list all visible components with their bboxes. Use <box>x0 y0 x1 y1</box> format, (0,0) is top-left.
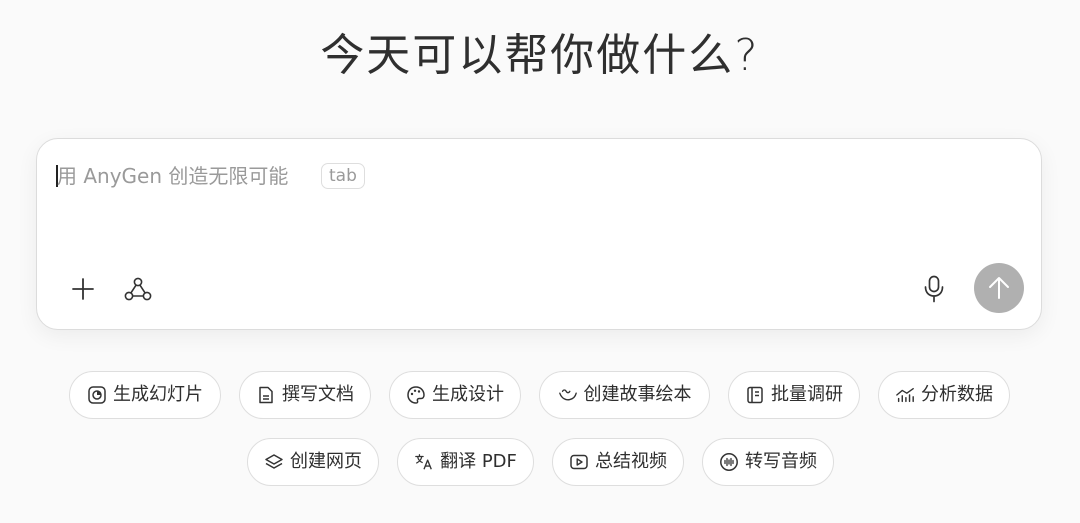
chip-label: 生成幻灯片 <box>113 384 203 405</box>
chip-label: 转写音频 <box>745 451 817 472</box>
slides-icon <box>87 385 107 405</box>
play-icon <box>569 452 589 472</box>
translate-icon <box>414 452 434 472</box>
chip-summarize-video[interactable]: 总结视频 <box>552 438 684 486</box>
chip-transcribe-audio[interactable]: 转写音频 <box>702 438 834 486</box>
research-icon <box>745 385 765 405</box>
voice-input-button[interactable] <box>914 269 954 309</box>
chip-label: 生成设计 <box>432 384 504 405</box>
chip-label: 批量调研 <box>771 384 843 405</box>
page-title: 今天可以帮你做什么? <box>320 30 760 81</box>
audio-wave-icon <box>719 452 739 472</box>
add-attachment-button[interactable] <box>63 269 103 309</box>
chip-analyze-data[interactable]: 分析数据 <box>878 371 1010 419</box>
prompt-input-placeholder[interactable]: 用 AnyGen 创造无限可能 <box>57 163 288 189</box>
chip-write-document[interactable]: 撰写文档 <box>239 371 371 419</box>
chip-translate-pdf[interactable]: 翻译 PDF <box>397 438 534 486</box>
agent-mode-button[interactable] <box>118 269 158 309</box>
chip-create-webpage[interactable]: 创建网页 <box>247 438 379 486</box>
chip-batch-research[interactable]: 批量调研 <box>728 371 860 419</box>
story-icon <box>558 385 578 405</box>
document-icon <box>256 385 276 405</box>
arrow-up-icon <box>989 277 1009 299</box>
chip-create-storybook[interactable]: 创建故事绘本 <box>539 371 710 419</box>
chip-label: 创建故事绘本 <box>583 384 692 405</box>
tab-shortcut-hint: tab <box>321 163 365 189</box>
send-button[interactable] <box>974 263 1024 313</box>
microphone-icon <box>924 275 944 303</box>
chip-label: 翻译 PDF <box>440 451 517 472</box>
chart-icon <box>895 385 915 405</box>
graph-nodes-icon <box>124 277 152 301</box>
prompt-composer[interactable]: 用 AnyGen 创造无限可能 tab <box>36 138 1042 330</box>
layers-icon <box>264 452 284 472</box>
plus-icon <box>72 278 94 300</box>
palette-icon <box>406 385 426 405</box>
chip-label: 总结视频 <box>595 451 667 472</box>
chip-generate-design[interactable]: 生成设计 <box>389 371 521 419</box>
chip-label: 撰写文档 <box>282 384 354 405</box>
chip-generate-slides[interactable]: 生成幻灯片 <box>69 371 221 419</box>
chip-label: 创建网页 <box>290 451 362 472</box>
chip-label: 分析数据 <box>921 384 993 405</box>
